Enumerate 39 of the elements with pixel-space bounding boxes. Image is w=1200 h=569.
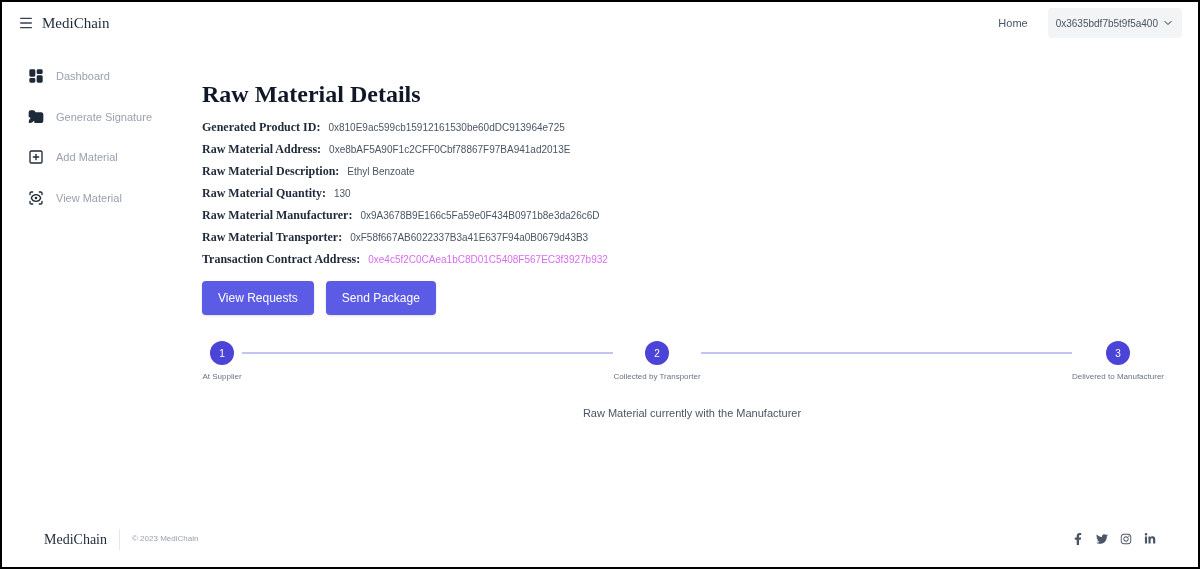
instagram-icon[interactable] [1120, 533, 1132, 545]
field-label: Generated Product ID: [202, 119, 321, 136]
account-button[interactable]: 0x3635bdf7b5t9f5a400 [1047, 8, 1182, 38]
twitter-icon[interactable] [1096, 533, 1108, 545]
square-plus-icon [28, 149, 44, 166]
field-value: 0x810E9ac599cb15912161530be60dDC913964e725 [328, 121, 565, 135]
field-value: 0xF58f667AB6022337B3a41E637F94a0B0679d43B3 [350, 231, 589, 245]
step-label: Delivered to Manufacturer [1071, 371, 1164, 383]
copyright-text: © 2023 MediChain [132, 533, 199, 545]
action-button[interactable]: Send Package [325, 281, 436, 315]
sidebar-item[interactable]: Add Material [28, 149, 202, 166]
field-label: Raw Material Description: [202, 163, 340, 180]
scan-icon [28, 189, 44, 206]
field-label: Raw Material Transporter: [202, 229, 343, 246]
dashboard-icon [28, 68, 44, 85]
status-message: Raw Material currently with the Manufacturer [581, 406, 803, 421]
field-value: Ethyl Benzoate [347, 165, 415, 179]
folder-pen-icon [28, 108, 44, 125]
field-value: 130 [334, 187, 351, 201]
field-label: Raw Material Manufacturer: [202, 207, 353, 224]
footer-brand: MediChain [44, 528, 120, 550]
home-link[interactable]: Home [990, 14, 1036, 32]
sidebar-item[interactable]: View Material [28, 189, 202, 206]
action-button[interactable]: View Requests [202, 281, 314, 315]
field-value: 0xe8bAF5A90F1c2CFF0Cbf78867F97BA941ad2013E [329, 143, 571, 157]
facebook-icon[interactable] [1072, 533, 1084, 545]
field-label: Raw Material Quantity: [202, 185, 326, 202]
field-label: Transaction Contract Address: [202, 251, 361, 268]
sidebar-item[interactable]: Dashboard [28, 68, 202, 85]
step-label: Collected by Transporter [613, 371, 701, 383]
contract-address-link[interactable]: 0xe4c5f2C0CAea1bC8D01C5408F567EC3f3927b932 [368, 252, 608, 267]
sidebar-item[interactable]: Generate Signature [28, 108, 202, 125]
menu-icon[interactable] [18, 15, 34, 31]
brand-name: MediChain [42, 13, 110, 33]
field-value: 0x9A3678B9E166c5Fa59e0F434B0971b8e3da26c6D [360, 209, 600, 223]
page-title: Raw Material Details [202, 82, 422, 106]
step-label: At Supplier [202, 371, 242, 383]
linkedin-icon[interactable] [1144, 533, 1156, 545]
field-label: Raw Material Address: [202, 141, 322, 158]
